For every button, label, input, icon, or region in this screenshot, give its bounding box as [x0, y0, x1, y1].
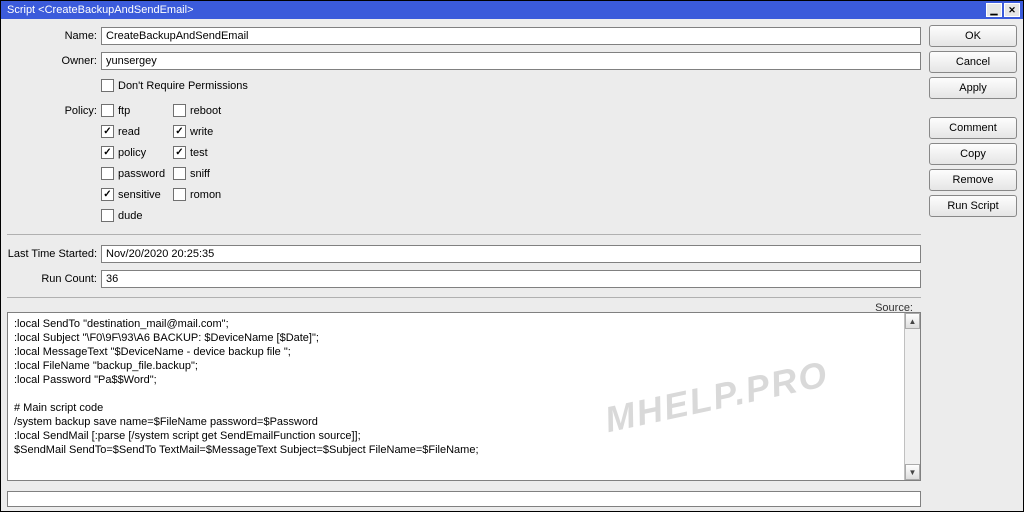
policy-checkbox-sensitive[interactable]	[101, 188, 114, 201]
name-input[interactable]	[101, 27, 921, 45]
source-textarea[interactable]: :local SendTo "destination_mail@mail.com…	[8, 313, 904, 480]
titlebar: Script <CreateBackupAndSendEmail> ▁ ✕	[1, 1, 1023, 19]
close-button[interactable]: ✕	[1004, 3, 1020, 17]
policy-label-policy: policy	[118, 147, 146, 159]
policy-item-reboot[interactable]: reboot	[173, 104, 245, 117]
remove-button[interactable]: Remove	[929, 169, 1017, 191]
policy-item-password[interactable]: password	[101, 167, 173, 180]
policy-checkbox-password[interactable]	[101, 167, 114, 180]
window-content: Name: Owner: Don't Require Permissions P…	[1, 19, 1023, 511]
policy-checkbox-write[interactable]	[173, 125, 186, 138]
policy-label-sniff: sniff	[190, 168, 210, 180]
policy-item-test[interactable]: test	[173, 146, 245, 159]
policy-label-romon: romon	[190, 189, 221, 201]
policy-checkbox-read[interactable]	[101, 125, 114, 138]
policy-item-sniff[interactable]: sniff	[173, 167, 245, 180]
apply-button[interactable]: Apply	[929, 77, 1017, 99]
scroll-down-icon[interactable]: ▼	[905, 464, 920, 480]
policy-checkbox-dude[interactable]	[101, 209, 114, 222]
button-column: OK Cancel Apply Comment Copy Remove Run …	[929, 25, 1017, 507]
policy-label: Policy:	[7, 105, 101, 117]
owner-label: Owner:	[7, 55, 101, 67]
run-count-label: Run Count:	[7, 273, 101, 285]
copy-button[interactable]: Copy	[929, 143, 1017, 165]
policy-item-dude[interactable]: dude	[101, 209, 173, 222]
policy-label-read: read	[118, 126, 140, 138]
policy-label-sensitive: sensitive	[118, 189, 161, 201]
status-bar	[7, 491, 921, 507]
source-section: Source: :local SendTo "destination_mail@…	[7, 306, 921, 481]
policy-label-write: write	[190, 126, 213, 138]
policy-checkbox-reboot[interactable]	[173, 104, 186, 117]
policy-label-reboot: reboot	[190, 105, 221, 117]
policy-checkbox-sniff[interactable]	[173, 167, 186, 180]
policy-label-dude: dude	[118, 210, 142, 222]
comment-button[interactable]: Comment	[929, 117, 1017, 139]
cancel-button[interactable]: Cancel	[929, 51, 1017, 73]
separator	[7, 234, 921, 235]
policy-checkbox-ftp[interactable]	[101, 104, 114, 117]
separator-2	[7, 297, 921, 298]
policy-item-read[interactable]: read	[101, 125, 173, 138]
last-started-value: Nov/20/2020 20:25:35	[101, 245, 921, 263]
minimize-button[interactable]: ▁	[986, 3, 1002, 17]
scroll-up-icon[interactable]: ▲	[905, 313, 920, 329]
policy-item-policy[interactable]: policy	[101, 146, 173, 159]
ok-button[interactable]: OK	[929, 25, 1017, 47]
policy-item-write[interactable]: write	[173, 125, 245, 138]
policy-checkbox-test[interactable]	[173, 146, 186, 159]
policy-item-sensitive[interactable]: sensitive	[101, 188, 173, 201]
main-panel: Name: Owner: Don't Require Permissions P…	[7, 25, 921, 507]
owner-input[interactable]	[101, 52, 921, 70]
policy-label-ftp: ftp	[118, 105, 130, 117]
source-box: :local SendTo "destination_mail@mail.com…	[7, 312, 921, 481]
last-started-label: Last Time Started:	[7, 248, 101, 260]
dont-require-checkbox[interactable]	[101, 79, 114, 92]
run-count-value: 36	[101, 270, 921, 288]
policy-item-romon[interactable]: romon	[173, 188, 245, 201]
vertical-scrollbar[interactable]: ▲ ▼	[904, 313, 920, 480]
name-label: Name:	[7, 30, 101, 42]
policy-checkbox-policy[interactable]	[101, 146, 114, 159]
policy-checkbox-romon[interactable]	[173, 188, 186, 201]
window-title: Script <CreateBackupAndSendEmail>	[7, 4, 194, 16]
dont-require-label: Don't Require Permissions	[118, 80, 248, 92]
policy-grid: Policy: ftp reboot read write policy test passw…	[7, 100, 921, 226]
policy-label-test: test	[190, 147, 208, 159]
run-script-button[interactable]: Run Script	[929, 195, 1017, 217]
policy-item-ftp[interactable]: ftp	[101, 104, 173, 117]
policy-label-password: password	[118, 168, 165, 180]
